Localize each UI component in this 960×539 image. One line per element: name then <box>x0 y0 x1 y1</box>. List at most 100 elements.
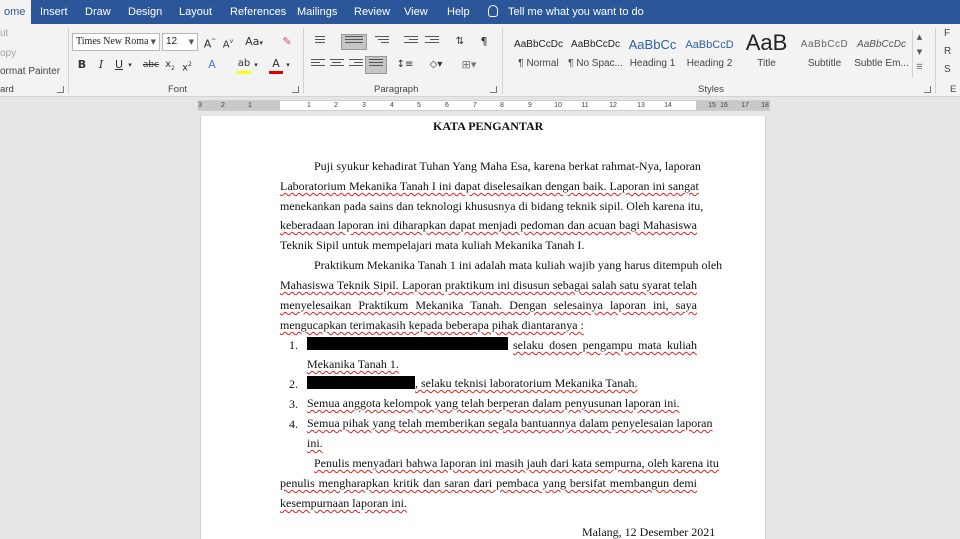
list-item-text: Semua pihak yang telah memberikan segala… <box>307 416 713 430</box>
cut-button[interactable]: ut <box>0 28 8 39</box>
copy-button[interactable]: opy <box>0 48 16 59</box>
font-name-value: Times New Roma <box>76 36 149 47</box>
ruler-number: 1 <box>248 102 252 109</box>
ruler-number: 13 <box>637 102 645 109</box>
tab-home[interactable]: ome <box>0 0 32 24</box>
shrink-font-icon[interactable]: Av <box>220 33 236 51</box>
tell-me-search[interactable]: Tell me what you want to do <box>488 0 644 24</box>
divider <box>502 28 503 94</box>
ruler-number: 15 <box>708 102 716 109</box>
styles-gallery-scroll[interactable]: ▲ ▼ ☰ <box>912 30 926 78</box>
show-formatting-icon[interactable]: ¶ <box>477 33 491 51</box>
tab-insert[interactable]: Insert <box>34 0 74 24</box>
ruler-number: 10 <box>554 102 562 109</box>
bold-button[interactable]: B <box>75 56 89 74</box>
ruler-number: 2 <box>221 102 225 109</box>
justify-icon[interactable] <box>365 56 387 74</box>
chevron-down-icon[interactable]: ▾ <box>284 56 292 74</box>
font-size-dropdown[interactable]: 12 ▼ <box>162 33 198 51</box>
strikethrough-button[interactable]: abc <box>142 56 160 74</box>
tab-review[interactable]: Review <box>348 0 396 24</box>
tab-draw[interactable]: Draw <box>79 0 117 24</box>
ruler-right-margin <box>696 101 770 110</box>
style-subtitle[interactable]: AaBbCcD Subtitle <box>796 30 853 78</box>
style-no-spacing[interactable]: AaBbCcDc ¶ No Spac... <box>567 30 624 78</box>
chevron-down-icon[interactable]: ▾ <box>252 56 260 74</box>
font-name-dropdown[interactable]: Times New Roma ▼ <box>72 33 160 51</box>
borders-icon[interactable]: ⊞▾ <box>458 56 480 74</box>
paragraph-line: penulis mengharapkan kritik dan saran da… <box>280 476 697 490</box>
clear-formatting-icon[interactable]: ✎ <box>279 33 295 51</box>
paragraph-group-label: Paragraph <box>374 84 419 95</box>
sort-icon[interactable]: ⇅ <box>452 33 468 51</box>
italic-button[interactable]: I <box>94 56 108 74</box>
chevron-down-icon[interactable]: ▾ <box>126 56 134 74</box>
paragraph-line: mengucapkan terimakasih kepada beberapa … <box>280 318 584 332</box>
decrease-indent-icon[interactable] <box>404 36 418 48</box>
ruler-number: 16 <box>720 102 728 109</box>
list-number: 1. <box>289 338 298 352</box>
style-normal[interactable]: AaBbCcDc ¶ Normal <box>510 30 567 78</box>
numbering-icon[interactable] <box>341 34 367 50</box>
ruler-number: 17 <box>741 102 749 109</box>
list-item-text: Mekanika Tanah 1. <box>307 357 399 371</box>
ruler-number: 8 <box>500 102 504 109</box>
chevron-up-icon[interactable]: ▲ <box>913 30 926 45</box>
superscript-button[interactable]: x2 <box>180 56 194 74</box>
tab-references[interactable]: References <box>224 0 292 24</box>
styles-group-label: Styles <box>698 84 724 95</box>
text-effects-icon[interactable]: A <box>204 56 220 74</box>
select-button[interactable]: S <box>944 64 951 75</box>
change-case-icon[interactable]: Aa▾ <box>242 33 266 51</box>
style-title[interactable]: AaB Title <box>738 30 795 78</box>
tab-view[interactable]: View <box>398 0 434 24</box>
chevron-down-icon[interactable]: ▼ <box>913 45 926 60</box>
style-sample: AaBbCc <box>628 37 677 52</box>
bullets-icon[interactable] <box>311 36 325 48</box>
ruler-number: 3 <box>198 102 202 109</box>
list-item: , selaku teknisi laboratorium Mekanika T… <box>307 376 638 391</box>
tab-layout[interactable]: Layout <box>173 0 218 24</box>
subscript-button[interactable]: x2 <box>163 56 177 74</box>
grow-font-icon[interactable]: A^ <box>202 33 218 51</box>
list-item-text: ini. <box>307 436 323 450</box>
highlight-color-bar <box>237 71 251 74</box>
redacted-name <box>307 337 508 350</box>
horizontal-ruler[interactable]: 3 2 1 1 2 3 4 5 6 7 8 9 10 11 12 13 14 1… <box>198 100 770 111</box>
style-name: Subtitle <box>807 58 842 69</box>
clipboard-dialog-launcher[interactable] <box>57 86 64 93</box>
font-dialog-launcher[interactable] <box>292 86 299 93</box>
find-button[interactable]: F <box>944 28 950 39</box>
style-sample: AaBbCcDc <box>514 39 563 50</box>
ruler-number: 4 <box>390 102 394 109</box>
multilevel-list-icon[interactable] <box>375 36 389 48</box>
tab-mailings[interactable]: Mailings <box>291 0 343 24</box>
list-item-text: selaku dosen pengampu mata kuliah <box>513 338 697 352</box>
list-item-text: Semua anggota kelompok yang telah berper… <box>307 396 680 410</box>
style-subtle-emphasis[interactable]: AaBbCcDc Subtle Em... <box>853 30 910 78</box>
clipboard-group-label: ard <box>0 84 14 95</box>
styles-dialog-launcher[interactable] <box>924 86 931 93</box>
replace-button[interactable]: R <box>944 46 951 57</box>
tab-design[interactable]: Design <box>122 0 168 24</box>
underline-button[interactable]: U <box>112 56 126 74</box>
format-painter-button[interactable]: ormat Painter <box>0 66 60 77</box>
increase-indent-icon[interactable] <box>425 36 439 48</box>
align-left-icon[interactable] <box>311 59 325 71</box>
tab-help[interactable]: Help <box>441 0 476 24</box>
more-styles-icon[interactable]: ☰ <box>913 60 926 75</box>
paragraph-line: menyelesaikan Praktikum Mekanika Tanah. … <box>280 298 697 312</box>
shading-icon[interactable]: ◇▾ <box>425 56 447 74</box>
ruler-number: 11 <box>581 102 589 109</box>
line-spacing-icon[interactable]: ↕≡ <box>394 56 416 74</box>
style-name: Title <box>757 58 776 69</box>
paragraph-dialog-launcher[interactable] <box>490 86 497 93</box>
font-color-bar <box>269 71 283 74</box>
list-number: 4. <box>289 417 298 431</box>
style-name: Subtle Em... <box>854 58 909 69</box>
style-heading-1[interactable]: AaBbCc Heading 1 <box>624 30 681 78</box>
align-right-icon[interactable] <box>349 59 363 71</box>
align-center-icon[interactable] <box>330 59 344 71</box>
list-item: selaku dosen pengampu mata kuliah <box>307 337 697 352</box>
style-heading-2[interactable]: AaBbCcD Heading 2 <box>681 30 738 78</box>
